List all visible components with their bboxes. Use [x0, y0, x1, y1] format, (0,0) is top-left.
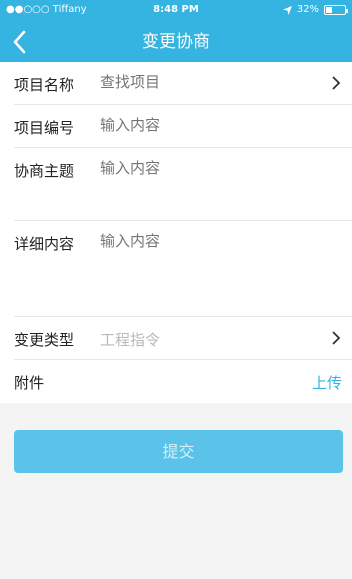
battery-icon	[324, 5, 348, 15]
project-name-label: 项目名称	[14, 76, 75, 94]
details-row: 详细内容	[0, 221, 352, 316]
topic-label: 协商主题	[14, 162, 75, 180]
top-bar: ●●○○○ Tiffany 8:48 PM 32% 变更协商	[0, 0, 352, 62]
attachment-label: 附件	[14, 374, 45, 392]
change-type-label: 变更类型	[14, 331, 75, 349]
change-type-row[interactable]: 变更类型 工程指令	[0, 317, 352, 359]
chevron-right-icon	[332, 331, 341, 345]
chevron-right-icon	[332, 76, 341, 90]
location-arrow-icon	[282, 5, 292, 15]
topic-row: 协商主题	[0, 148, 352, 220]
change-type-value: 工程指令	[100, 331, 161, 349]
battery-percent: 32%	[296, 4, 319, 15]
project-number-input[interactable]	[100, 116, 320, 134]
project-number-row: 项目编号	[0, 105, 352, 147]
attachment-row: 附件 上传	[0, 360, 352, 403]
project-name-input[interactable]	[100, 73, 320, 91]
status-bar: ●●○○○ Tiffany 8:48 PM 32%	[0, 0, 352, 20]
battery-fill	[326, 7, 332, 13]
topic-input[interactable]	[100, 159, 320, 177]
project-name-row[interactable]: 项目名称	[0, 62, 352, 104]
details-label: 详细内容	[14, 235, 75, 253]
status-right: 32%	[282, 0, 348, 20]
submit-button[interactable]: 提交	[14, 430, 343, 473]
details-input[interactable]	[100, 232, 320, 250]
change-form: 项目名称 项目编号 协商主题 详细内容 变更类型 工程指令 附件 上传	[0, 62, 352, 403]
page-title: 变更协商	[142, 32, 210, 52]
upload-button[interactable]: 上传	[312, 372, 342, 393]
nav-bar: 变更协商	[0, 22, 352, 62]
project-number-label: 项目编号	[14, 119, 75, 137]
